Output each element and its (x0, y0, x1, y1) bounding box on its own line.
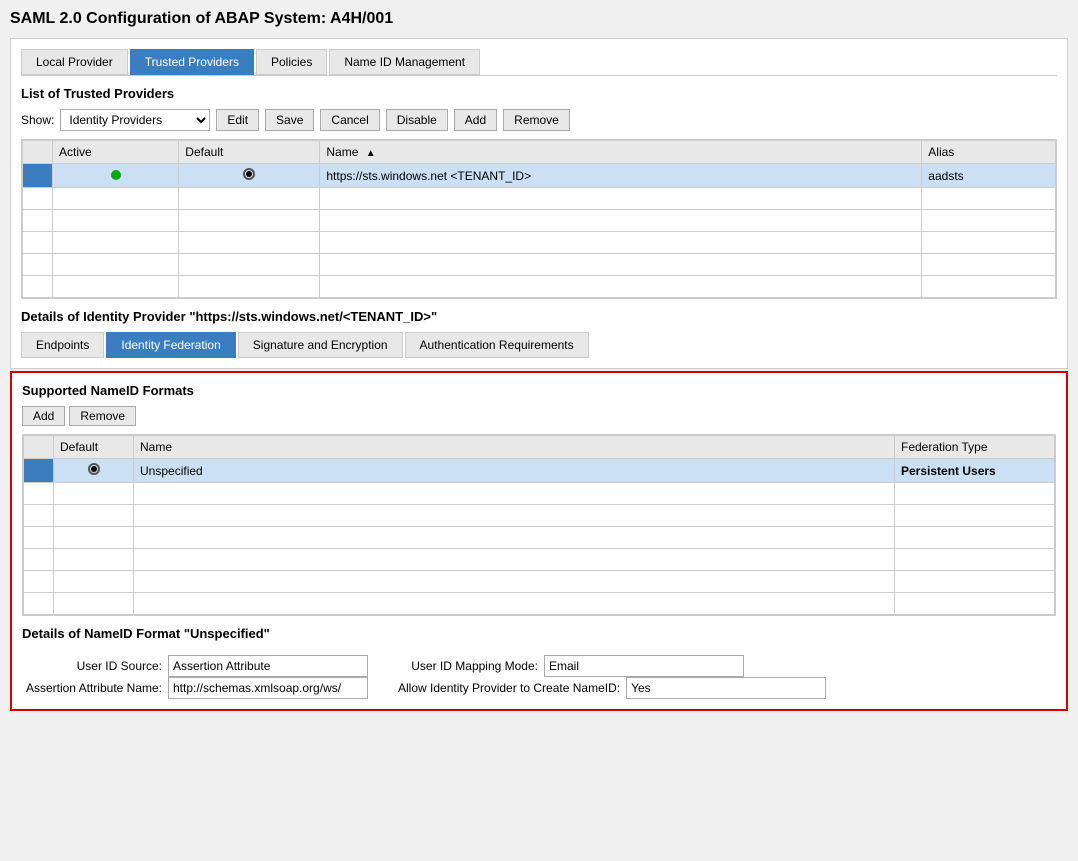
nameid-table-row[interactable] (24, 571, 1055, 593)
show-select[interactable]: Identity Providers (60, 109, 210, 131)
top-tab-bar: Local Provider Trusted Providers Policie… (21, 49, 1057, 76)
assertion-attr-label: Assertion Attribute Name: (22, 681, 162, 695)
user-id-mapping-label: User ID Mapping Mode: (398, 659, 538, 673)
default-radio (243, 168, 255, 180)
remove-button[interactable]: Remove (503, 109, 570, 131)
show-label: Show: (21, 113, 54, 127)
active-indicator (111, 170, 121, 180)
tab-signature-encryption[interactable]: Signature and Encryption (238, 332, 403, 358)
add-button[interactable]: Add (454, 109, 497, 131)
allow-create-input[interactable] (626, 677, 826, 699)
sort-arrow-icon: ▲ (366, 148, 376, 159)
edit-button[interactable]: Edit (216, 109, 259, 131)
tab-name-id-management[interactable]: Name ID Management (329, 49, 480, 75)
trusted-providers-table: Active Default Name ▲ Alias https://sts.… (21, 139, 1057, 299)
nameid-details-form: User ID Source: User ID Mapping Mode: As… (22, 655, 1056, 699)
nameid-default-radio (88, 463, 100, 475)
page-title: SAML 2.0 Configuration of ABAP System: A… (10, 10, 1068, 28)
tab-trusted-providers[interactable]: Trusted Providers (130, 49, 254, 75)
nameid-remove-button[interactable]: Remove (69, 406, 136, 426)
nameid-col-federation-type: Federation Type (895, 436, 1055, 459)
tab-auth-requirements[interactable]: Authentication Requirements (405, 332, 589, 358)
nameid-table-row[interactable] (24, 593, 1055, 615)
nameid-section-title: Supported NameID Formats (22, 383, 1056, 398)
user-id-mapping-input[interactable] (544, 655, 744, 677)
col-header-active: Active (53, 141, 179, 164)
disable-button[interactable]: Disable (386, 109, 448, 131)
assertion-attr-input[interactable] (168, 677, 368, 699)
list-toolbar: Show: Identity Providers Edit Save Cance… (21, 109, 1057, 131)
nameid-table-row[interactable] (24, 527, 1055, 549)
sub-tab-bar: Endpoints Identity Federation Signature … (21, 332, 1057, 358)
nameid-table-row[interactable]: Unspecified Persistent Users (24, 459, 1055, 483)
tab-policies[interactable]: Policies (256, 49, 327, 75)
alias-cell: aadsts (922, 164, 1056, 188)
tab-local-provider[interactable]: Local Provider (21, 49, 128, 75)
form-row-1: User ID Source: User ID Mapping Mode: (22, 655, 1056, 677)
nameid-col-empty (24, 436, 54, 459)
active-cell (53, 164, 179, 188)
col-header-name: Name ▲ (320, 141, 922, 164)
col-header-alias: Alias (922, 141, 1056, 164)
table-row[interactable]: https://sts.windows.net <TENANT_ID> aads… (23, 164, 1056, 188)
nameid-toolbar: Add Remove (22, 406, 1056, 426)
table-row[interactable] (23, 254, 1056, 276)
form-row-2: Assertion Attribute Name: Allow Identity… (22, 677, 1056, 699)
cancel-button[interactable]: Cancel (320, 109, 379, 131)
table-row[interactable] (23, 188, 1056, 210)
tab-endpoints[interactable]: Endpoints (21, 332, 104, 358)
user-id-source-input[interactable] (168, 655, 368, 677)
col-header-default: Default (179, 141, 320, 164)
nameid-col-name: Name (134, 436, 895, 459)
nameid-table-row[interactable] (24, 483, 1055, 505)
nameid-default-cell (54, 459, 134, 483)
table-row[interactable] (23, 276, 1056, 298)
default-cell (179, 164, 320, 188)
nameid-add-button[interactable]: Add (22, 406, 65, 426)
provider-details-title: Details of Identity Provider "https://st… (21, 309, 1057, 324)
nameid-table-row[interactable] (24, 549, 1055, 571)
identity-federation-section: Supported NameID Formats Add Remove Defa… (10, 371, 1068, 711)
nameid-col-default: Default (54, 436, 134, 459)
allow-create-label: Allow Identity Provider to Create NameID… (398, 681, 620, 695)
nameid-details-title: Details of NameID Format "Unspecified" (22, 626, 1056, 641)
user-id-source-label: User ID Source: (22, 659, 162, 673)
save-button[interactable]: Save (265, 109, 314, 131)
row-selector-cell (23, 164, 53, 188)
nameid-table-wrapper: Default Name Federation Type Unspecified… (22, 434, 1056, 616)
name-cell: https://sts.windows.net <TENANT_ID> (320, 164, 922, 188)
nameid-row-selector (24, 459, 54, 483)
list-section-title: List of Trusted Providers (21, 86, 1057, 101)
tab-identity-federation[interactable]: Identity Federation (106, 332, 235, 358)
table-row[interactable] (23, 210, 1056, 232)
nameid-table-row[interactable] (24, 505, 1055, 527)
nameid-name-cell: Unspecified (134, 459, 895, 483)
nameid-federation-type-cell: Persistent Users (895, 459, 1055, 483)
table-row[interactable] (23, 232, 1056, 254)
col-header-empty (23, 141, 53, 164)
